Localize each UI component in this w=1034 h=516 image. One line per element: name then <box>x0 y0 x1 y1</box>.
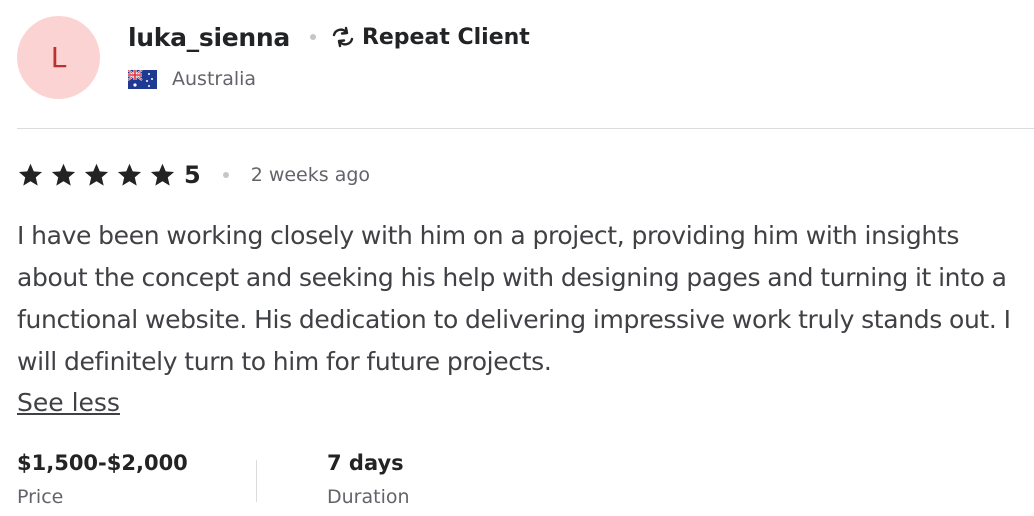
reviewer-username[interactable]: luka_sienna <box>128 23 290 52</box>
separator-dot <box>309 34 316 40</box>
star-rating <box>17 162 182 189</box>
star-icon <box>18 163 43 186</box>
repeat-client-badge: Repeat Client <box>361 24 530 50</box>
star-icon <box>84 163 109 186</box>
avatar[interactable]: L <box>17 16 100 99</box>
price-info: $1,500-$2,000 Price <box>17 448 188 508</box>
reviewer-name-row: luka_sienna Repeat Client <box>128 20 530 54</box>
rating-row: 5 2 weeks ago <box>17 158 370 192</box>
reviewer-info: luka_sienna Repeat Client Australia <box>128 20 530 90</box>
duration-label: Duration <box>327 486 410 508</box>
price-value: $1,500-$2,000 <box>17 451 188 475</box>
duration-info: 7 days Duration <box>327 448 410 508</box>
meta-divider <box>256 460 257 502</box>
australia-flag-icon <box>128 69 157 89</box>
avatar-initial: L <box>50 41 67 74</box>
see-less-link[interactable]: See less <box>17 382 120 424</box>
reviewer-country: Australia <box>172 68 257 90</box>
review-text: I have been working closely with him on … <box>17 221 1011 376</box>
star-icon <box>117 163 142 186</box>
header-divider <box>17 128 1034 129</box>
rating-value: 5 <box>184 161 201 189</box>
price-label: Price <box>17 486 64 508</box>
reviewer-country-row: Australia <box>128 68 530 90</box>
duration-value: 7 days <box>327 451 404 475</box>
review-time-ago: 2 weeks ago <box>250 164 371 186</box>
star-icon <box>51 163 76 186</box>
star-icon <box>150 163 175 186</box>
separator-dot <box>222 172 229 178</box>
repeat-icon <box>332 26 354 48</box>
